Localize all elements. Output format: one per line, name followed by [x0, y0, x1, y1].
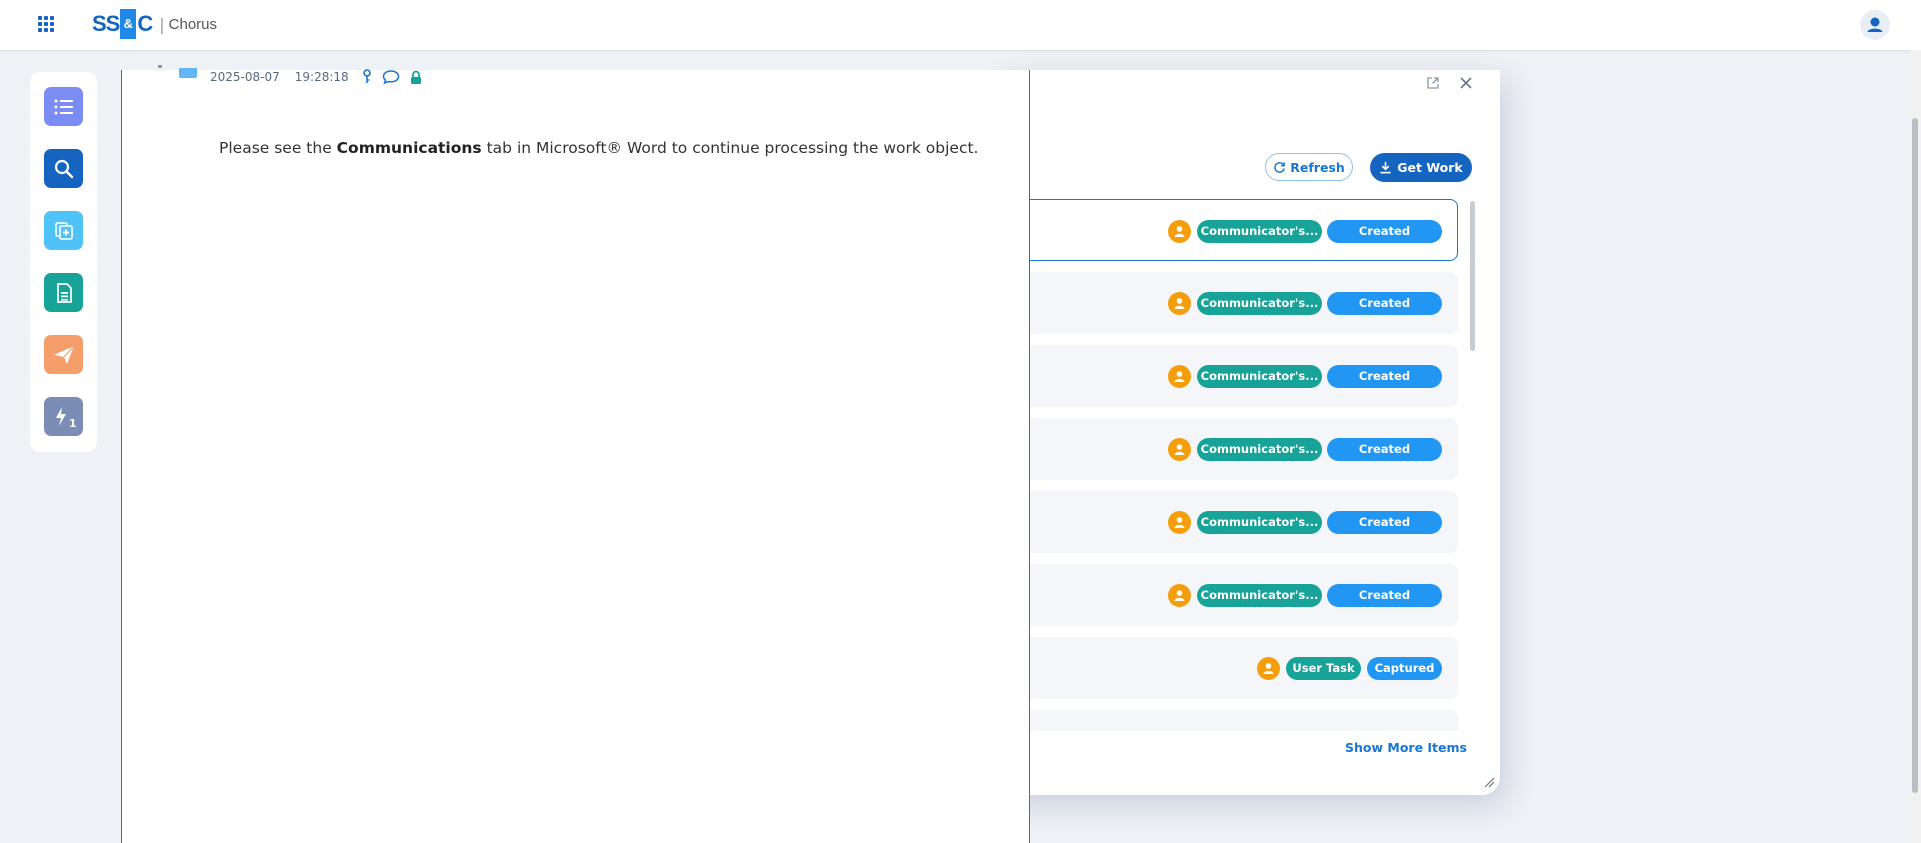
worklist-row[interactable]: Communicator's... Created [1000, 199, 1458, 261]
page-scrollbar[interactable] [1912, 118, 1918, 793]
left-nav-rail: 1 [30, 72, 97, 452]
actions-badge: 1 [69, 417, 77, 430]
status-tag: Created [1327, 365, 1442, 388]
message-prefix: Please see the [219, 139, 337, 157]
refresh-icon [1274, 161, 1286, 173]
comment-icon[interactable] [382, 69, 400, 85]
task-type-tag: User Task [1286, 657, 1361, 680]
app-name: Chorus [168, 15, 217, 33]
worklist-scrollbar[interactable] [1470, 201, 1475, 351]
resize-handle-icon[interactable] [1483, 773, 1495, 792]
document-icon [56, 282, 72, 303]
status-tag: Created [1327, 292, 1442, 315]
worklist-row[interactable]: Communicator's... Created [1000, 272, 1458, 334]
status-tag: Created [1327, 511, 1442, 534]
task-type-tag: Communicator's... [1197, 365, 1322, 388]
document-meta: 2025-08-07 19:28:18 [210, 69, 422, 85]
refresh-button[interactable]: Refresh [1265, 153, 1353, 181]
download-icon [1380, 161, 1391, 174]
logo-c-text: C [137, 11, 154, 36]
get-work-label: Get Work [1397, 160, 1463, 175]
task-type-tag: Communicator's... [1197, 511, 1322, 534]
worklist-row[interactable]: Communicator's... Created [1000, 418, 1458, 480]
popout-icon[interactable] [1426, 75, 1440, 94]
app-launcher-icon[interactable] [38, 16, 54, 32]
document-viewer [121, 70, 1030, 843]
top-bar: SS & C | Chorus [0, 0, 1921, 51]
status-tag: Created [1327, 220, 1442, 243]
task-type-tag: Communicator's... [1197, 292, 1322, 315]
search-icon [54, 159, 73, 178]
user-icon [1168, 365, 1191, 388]
forms-rail-button[interactable] [44, 273, 83, 312]
worklist-rail-button[interactable] [44, 87, 83, 126]
document-message: Please see the Communications tab in Mic… [219, 139, 979, 157]
status-tag: Captured [1367, 657, 1442, 680]
message-suffix: tab in Microsoft® Word to continue proce… [481, 139, 979, 157]
user-icon [1168, 511, 1191, 534]
document-date: 2025-08-07 [210, 70, 280, 84]
search-rail-button[interactable] [44, 149, 83, 188]
user-icon [1168, 292, 1191, 315]
task-type-tag: Communicator's... [1197, 220, 1322, 243]
refresh-label: Refresh [1290, 159, 1345, 175]
show-more-link[interactable]: Show More Items [1345, 740, 1467, 755]
ssc-logo[interactable]: SS & C | Chorus [92, 9, 217, 39]
user-avatar-icon[interactable] [1860, 10, 1890, 40]
document-thumb-icon [179, 68, 197, 78]
logo-ss-text: SS [92, 11, 120, 36]
task-type-tag: Communicator's... [1197, 438, 1322, 461]
user-icon [1168, 584, 1191, 607]
create-rail-button[interactable] [44, 211, 83, 250]
user-icon [1168, 438, 1191, 461]
document-time: 19:28:18 [294, 70, 349, 84]
worklist-row[interactable]: User Task Captured [1000, 637, 1458, 699]
paper-plane-icon [53, 345, 74, 364]
send-rail-button[interactable] [44, 335, 83, 374]
list-icon [54, 99, 73, 114]
worklist-row[interactable]: Communicator's... Created [1000, 345, 1458, 407]
status-tag: Created [1327, 584, 1442, 607]
logo-separator: | [159, 14, 165, 34]
user-icon [1257, 657, 1280, 680]
worklist-row[interactable]: Communicator's... Created [1000, 564, 1458, 626]
communications-tab-text: Communications [336, 139, 482, 157]
lock-icon[interactable] [410, 70, 422, 85]
logo-amp-text: & [120, 9, 137, 39]
copy-plus-icon [54, 221, 73, 240]
worklist-row[interactable] [1000, 710, 1458, 731]
worklist-list: Communicator's... Created Communicator's… [1000, 197, 1460, 731]
task-type-tag: Communicator's... [1197, 584, 1322, 607]
close-icon[interactable] [1459, 75, 1473, 94]
key-icon[interactable] [362, 69, 372, 85]
drag-dot [158, 65, 162, 68]
worklist-row[interactable]: Communicator's... Created [1000, 491, 1458, 553]
status-tag: Created [1327, 438, 1442, 461]
actions-rail-button[interactable]: 1 [44, 397, 83, 436]
user-icon [1168, 220, 1191, 243]
get-work-button[interactable]: Get Work [1370, 153, 1472, 182]
